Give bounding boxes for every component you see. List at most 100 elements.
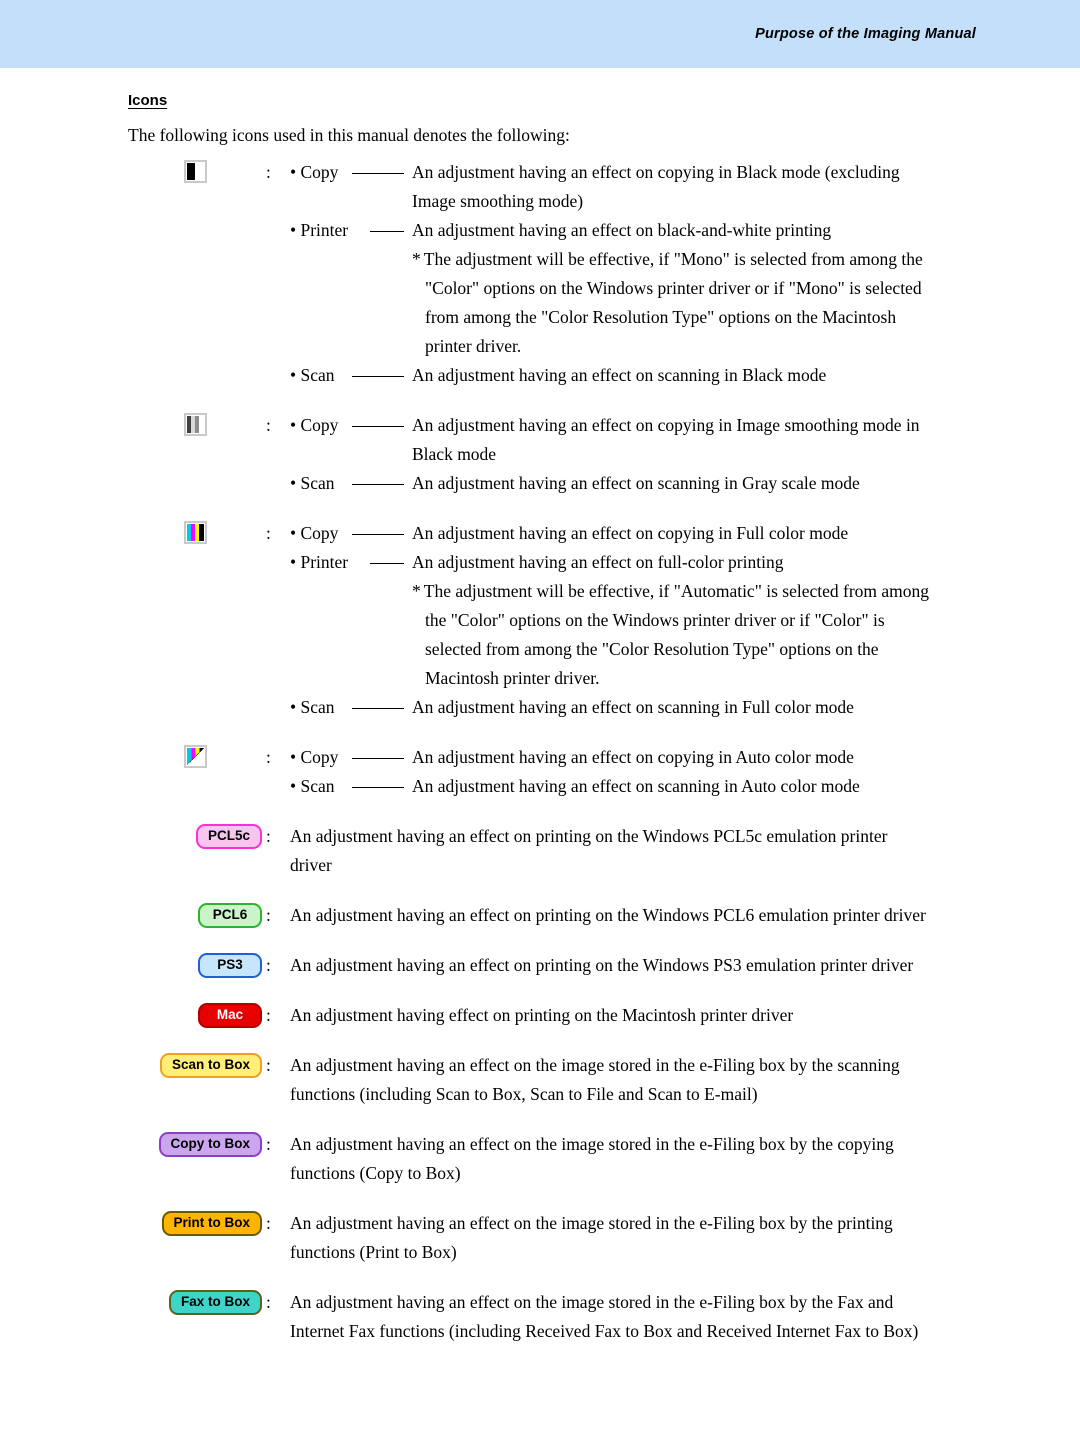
legend-entry: PCL6: An adjustment having an effect on p… [0,901,1080,930]
ps3-badge: PS3 [198,953,262,978]
legend-entry: : • Copy An adjustment having an effect on… [0,743,1080,801]
legend-text-line: An adjustment having an effect on the im… [290,1055,900,1075]
full-color-swatch-icon [183,521,207,544]
legend-entry: PCL5c: An adjustment having an effect on … [0,822,1080,880]
legend-subrow: • Copy An adjustment having an effect on … [290,519,990,548]
legend-description: An adjustment having an effect on printi… [290,901,990,930]
legend-subrow: • Scan An adjustment having an effect on … [290,772,990,801]
legend-entry: Copy to Box: An adjustment having an effe… [0,1130,1080,1188]
legend-entry: Fax to Box: An adjustment having an effec… [0,1288,1080,1346]
legend-colon: : [266,1005,271,1025]
legend-description: • Copy An adjustment having an effect on … [290,411,990,498]
legend-note-continuation: printer driver. [425,336,522,356]
legend-subrow: • Copy An adjustment having an effect on … [290,158,990,187]
legend-connector-rule [352,758,404,759]
mac-badge: Mac [198,1003,262,1028]
legend-subrow: • Copy An adjustment having an effect on … [290,743,990,772]
legend-colon: : [266,1134,271,1154]
legend-entry: Mac: An adjustment having effect on print… [0,1001,1080,1030]
legend-subrow-text: An adjustment having an effect on scanni… [412,473,860,493]
legend-colon: : [266,955,271,975]
legend-connector-rule [352,376,404,377]
legend-subrow-text: An adjustment having an effect on scanni… [412,776,860,796]
legend-text-line: functions (Copy to Box) [290,1163,461,1183]
legend-entry: : • Copy An adjustment having an effect on… [0,158,1080,390]
legend-description: An adjustment having an effect on the im… [290,1051,990,1109]
legend-description: An adjustment having an effect on the im… [290,1209,990,1267]
pcl6-badge: PCL6 [198,903,262,928]
legend-icon-cell [128,413,262,436]
legend-subrow: • Printer An adjustment having an effect … [290,548,990,577]
legend-entry: Print to Box: An adjustment having an eff… [0,1209,1080,1267]
legend-subrow-text: An adjustment having an effect on full-c… [412,552,784,572]
legend-entry: PS3: An adjustment having an effect on pr… [0,951,1080,980]
legend-icon-cell: PS3 [128,953,262,978]
legend-text-line: An adjustment having an effect on printi… [290,955,914,975]
legend-icon-cell: PCL5c [128,824,262,849]
legend-colon: : [266,162,271,182]
legend-icon-cell: Print to Box [128,1211,262,1236]
legend-icon-cell: Scan to Box [128,1053,262,1078]
legend-subrow: • Scan An adjustment having an effect on … [290,693,990,722]
legend-subrow-text: An adjustment having an effect on scanni… [412,365,827,385]
legend-text-line: An adjustment having an effect on printi… [290,905,926,925]
legend-subrow-text: An adjustment having an effect on copyin… [412,162,900,182]
legend-note-line: * The adjustment will be effective, if "M… [412,249,923,269]
legend-text-line: An adjustment having effect on printing … [290,1005,794,1025]
legend-subrow: • Printer An adjustment having an effect … [290,216,990,245]
legend-subrow-text: An adjustment having an effect on copyin… [412,415,920,435]
legend-note-continuation: "Color" options on the Windows printer d… [425,278,922,298]
page-title: Icons [128,92,168,109]
legend-text-line: functions (including Scan to Box, Scan t… [290,1084,758,1104]
copy-to-box-badge: Copy to Box [158,1132,262,1157]
asterisk-icon: * [412,249,421,269]
legend-connector-rule [352,534,404,535]
legend-icon-cell: Fax to Box [128,1290,262,1315]
legend-icon-cell: Copy to Box [128,1132,262,1157]
legend-note-continuation: selected from among the "Color Resolutio… [425,639,879,659]
legend-icon-cell [128,160,262,183]
legend-entry: Scan to Box: An adjustment having an effe… [0,1051,1080,1109]
legend-icon-cell [128,521,262,544]
page-header: Purpose of the Imaging Manual [0,0,1080,68]
legend-subrow: • Copy An adjustment having an effect on … [290,411,990,440]
legend-connector-rule [352,708,404,709]
black-mode-swatch-icon [183,160,207,183]
legend-connector-rule [352,426,404,427]
legend-text-line: An adjustment having an effect on the im… [290,1292,894,1312]
legend-icon-cell: PCL6 [128,903,262,928]
legend-text-line: functions (Print to Box) [290,1242,457,1262]
intro-paragraph: The following icons used in this manual … [128,125,570,145]
legend-note-continuation: the "Color" options on the Windows print… [425,610,885,630]
legend-note-continuation: from among the "Color Resolution Type" o… [425,307,897,327]
legend-description: An adjustment having an effect on printi… [290,951,990,980]
page-header-title: Purpose of the Imaging Manual [755,26,976,42]
legend-colon: : [266,523,271,543]
fax-to-box-badge: Fax to Box [168,1290,262,1315]
legend-description: An adjustment having effect on printing … [290,1001,990,1030]
legend-description: An adjustment having an effect on the im… [290,1130,990,1188]
legend-note-line: * The adjustment will be effective, if "A… [412,581,930,601]
legend-connector-rule [352,787,404,788]
legend-connector-rule [370,563,404,564]
gray-scale-swatch-icon [183,413,207,436]
legend-connector-rule [370,231,404,232]
legend-subrow-text: An adjustment having an effect on scanni… [412,697,854,717]
legend-entry: : • Copy An adjustment having an effect on… [0,519,1080,722]
legend-colon: : [266,1213,271,1233]
legend-text-line: An adjustment having an effect on the im… [290,1134,894,1154]
legend-subrow-text: An adjustment having an effect on black-… [412,220,832,240]
legend-continuation-line: Image smoothing mode) [412,191,584,211]
auto-color-swatch-icon [183,745,207,768]
print-to-box-badge: Print to Box [161,1211,262,1236]
legend-text-line: Internet Fax functions (including Receiv… [290,1321,919,1341]
legend-connector-rule [352,484,404,485]
legend-colon: : [266,1055,271,1075]
legend-colon: : [266,747,271,767]
legend-description: • Copy An adjustment having an effect on … [290,158,990,390]
legend-description: • Copy An adjustment having an effect on … [290,743,990,801]
scan-to-box-badge: Scan to Box [159,1053,262,1078]
legend-icon-cell [128,745,262,768]
legend-description: An adjustment having an effect on the im… [290,1288,990,1346]
legend-connector-rule [352,173,404,174]
